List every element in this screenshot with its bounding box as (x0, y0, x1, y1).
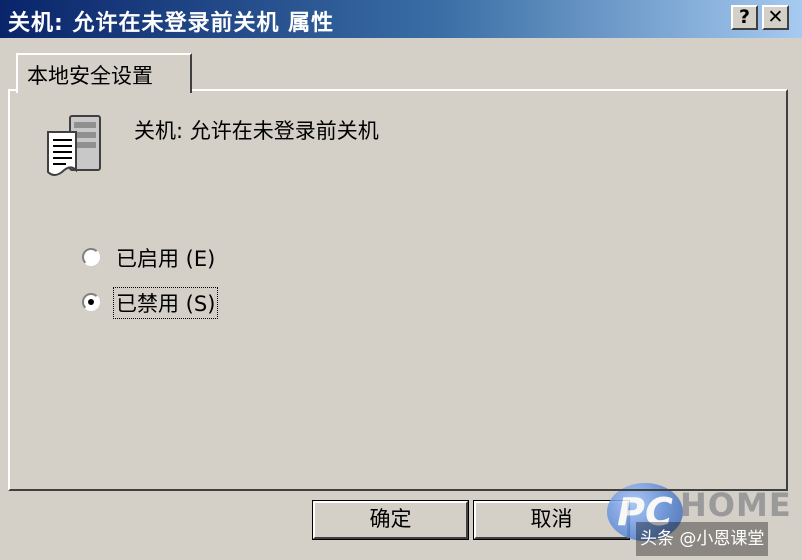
ok-button[interactable]: 确定 (313, 501, 468, 539)
close-button[interactable]: ✕ (762, 5, 789, 30)
tab-local-security-setting[interactable]: 本地安全设置 (16, 53, 192, 93)
watermark-home-text: HOME (680, 486, 792, 524)
title-bar[interactable]: 关机: 允许在未登录前关机 属性 ? ✕ (0, 0, 802, 38)
help-button[interactable]: ? (731, 5, 758, 30)
watermark-credit: 头条 @小恩课堂 (636, 522, 769, 556)
window-title: 关机: 允许在未登录前关机 属性 (8, 11, 335, 36)
cancel-button[interactable]: 取消 (474, 501, 629, 539)
tab-panel (8, 89, 788, 491)
tab-label: 本地安全设置 (27, 64, 153, 88)
